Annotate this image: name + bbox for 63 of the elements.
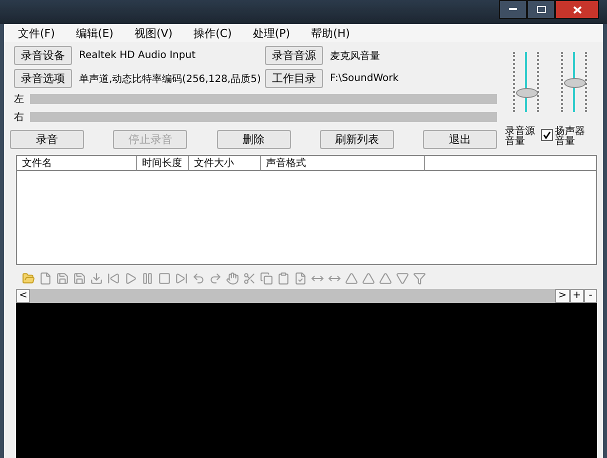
file-icon[interactable] <box>39 272 52 285</box>
skip-back-icon[interactable] <box>107 272 120 285</box>
scrollbar[interactable]: < > + - <box>16 289 597 303</box>
column-header[interactable]: 时间长度 <box>137 156 189 170</box>
menu-item[interactable]: 帮助(H) <box>305 24 359 42</box>
save-as-icon[interactable] <box>73 272 86 285</box>
settings-button[interactable]: 工作目录 <box>265 69 323 88</box>
stop-icon[interactable] <box>158 272 171 285</box>
hand-icon[interactable] <box>226 272 239 285</box>
undo-icon[interactable] <box>192 272 205 285</box>
menu-item[interactable]: 处理(P) <box>246 24 300 42</box>
settings-button[interactable]: 录音设备 <box>14 46 72 65</box>
zoom-out-button[interactable]: - <box>584 289 597 303</box>
volume-slider[interactable] <box>513 52 539 112</box>
column-header[interactable]: 声音格式 <box>261 156 425 170</box>
slider-thumb[interactable] <box>564 78 586 88</box>
action-button[interactable]: 退出 <box>423 130 497 149</box>
setting-value: F:\SoundWork <box>329 73 400 84</box>
close-icon <box>572 6 582 14</box>
minimize-icon <box>509 8 517 11</box>
checkbox[interactable] <box>541 129 553 141</box>
document-icon[interactable] <box>294 272 307 285</box>
close-button[interactable] <box>555 0 599 19</box>
slider-label: 录音源音量 <box>505 127 535 147</box>
column-header[interactable]: 文件大小 <box>189 156 261 170</box>
menu-item[interactable]: 操作(C) <box>188 24 241 42</box>
pause-icon[interactable] <box>141 272 154 285</box>
minimize-button[interactable] <box>499 0 527 19</box>
skip-forward-icon[interactable] <box>175 272 188 285</box>
scroll-left-button[interactable]: < <box>16 289 30 303</box>
maximize-icon <box>536 6 546 13</box>
zoom-in-button[interactable]: + <box>570 289 584 303</box>
menu-item[interactable]: 文件(F) <box>12 24 64 42</box>
down-icon[interactable] <box>396 272 409 285</box>
action-button[interactable]: 录音 <box>10 130 84 149</box>
play-icon[interactable] <box>124 272 137 285</box>
filter-icon[interactable] <box>413 272 426 285</box>
volume-slider[interactable] <box>561 52 587 112</box>
setting-value: Realtek HD Audio Input <box>78 50 196 61</box>
settings-button[interactable]: 录音选项 <box>14 69 72 88</box>
clipboard-icon[interactable] <box>277 272 290 285</box>
menu-item[interactable]: 视图(V) <box>128 24 182 42</box>
export-icon[interactable] <box>90 272 103 285</box>
copy-icon[interactable] <box>260 272 273 285</box>
slider-thumb[interactable] <box>516 88 538 98</box>
file-list[interactable]: 文件名 时间长度 文件大小 声音格式 <box>16 155 597 265</box>
folder-icon[interactable] <box>22 272 35 285</box>
maximize-button[interactable] <box>527 0 555 19</box>
scissors-icon[interactable] <box>243 272 256 285</box>
menu-item[interactable]: 编辑(E) <box>70 24 122 42</box>
settings-button[interactable]: 录音音源 <box>265 46 323 65</box>
redo-icon[interactable] <box>209 272 222 285</box>
action-button[interactable]: 删除 <box>216 130 290 149</box>
up-icon[interactable] <box>379 272 392 285</box>
setting-value: 麦克风音量 <box>329 50 381 62</box>
action-button[interactable]: 刷新列表 <box>320 130 394 149</box>
scroll-right-button[interactable]: > <box>555 289 570 303</box>
channel-label: 左 <box>14 93 25 106</box>
setting-value: 单声道,动态比特率编码(256,128,品质5) <box>78 72 262 86</box>
slider-label: 扬声器音量 <box>555 127 585 147</box>
channel-label: 右 <box>14 111 25 124</box>
column-header[interactable]: 文件名 <box>17 156 137 170</box>
save-icon[interactable] <box>56 272 69 285</box>
